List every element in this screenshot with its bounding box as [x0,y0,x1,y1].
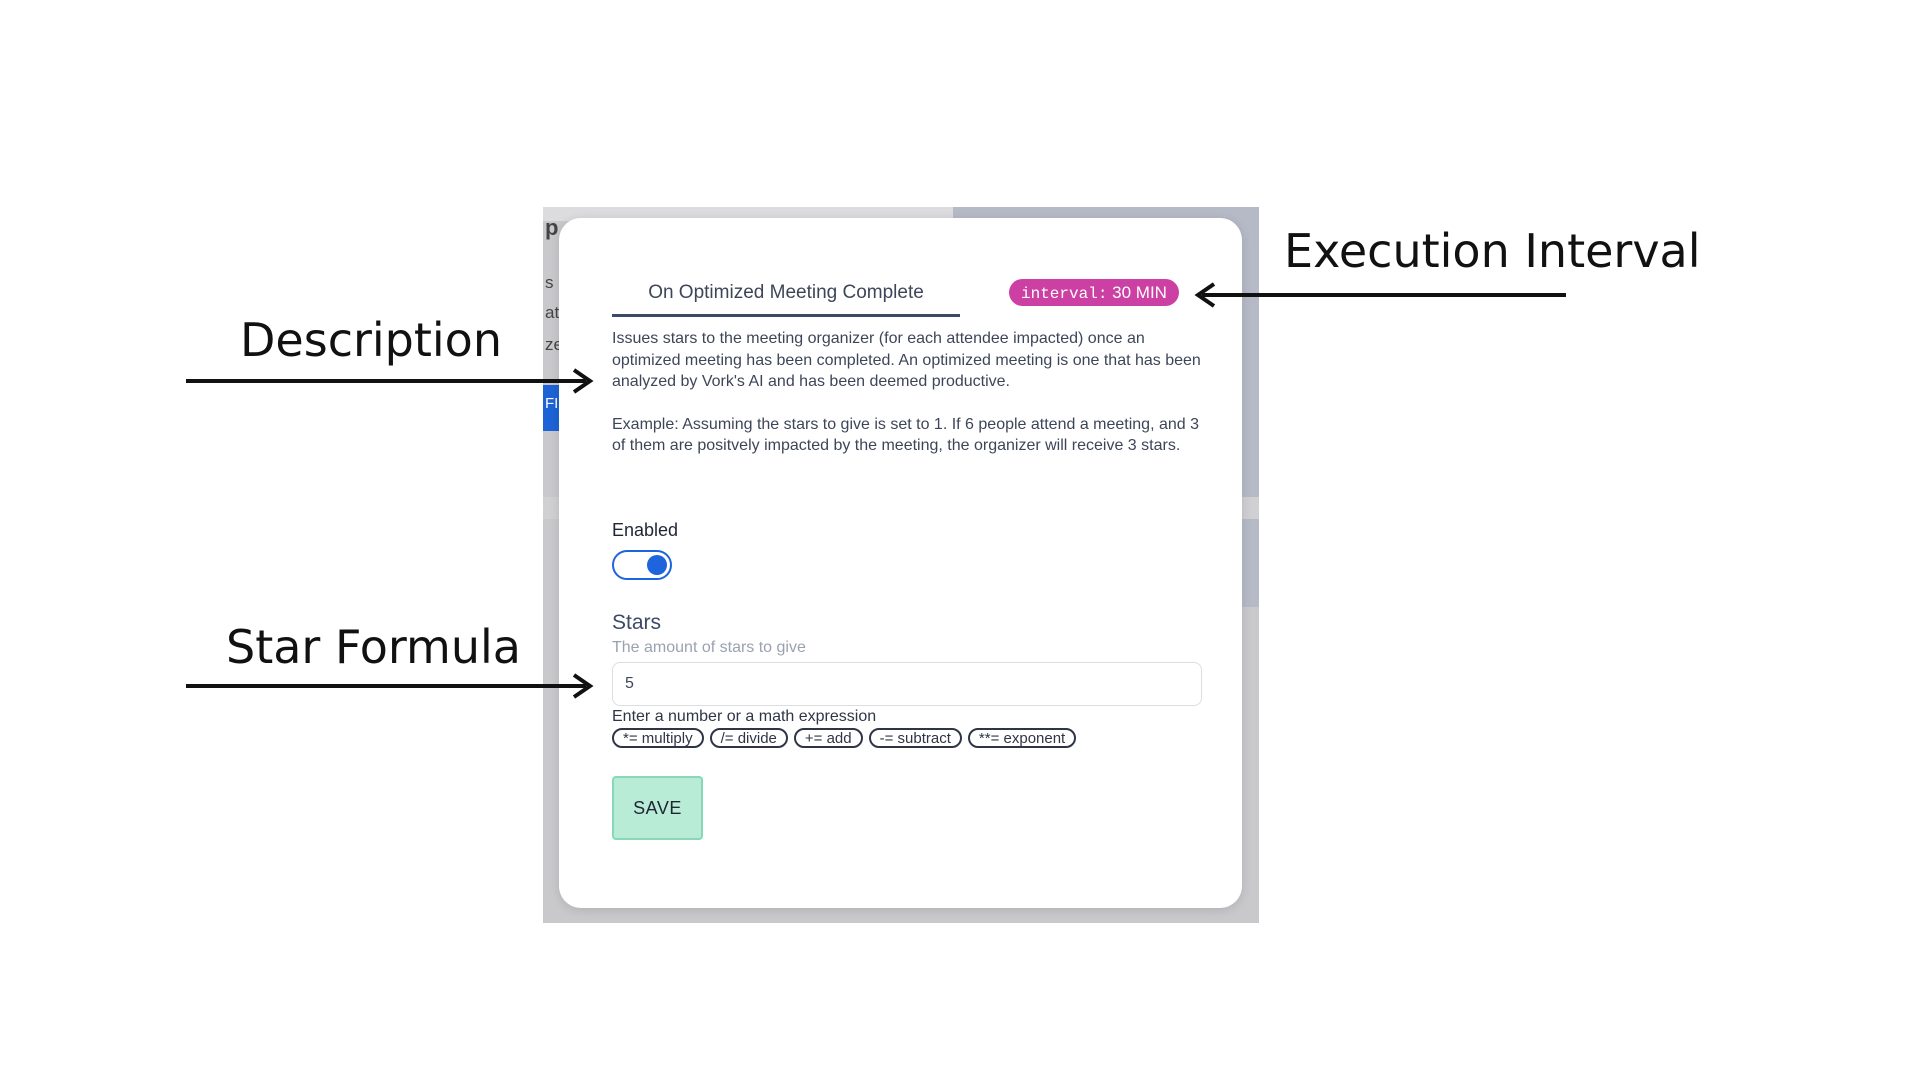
interval-value: 30 MIN [1112,283,1167,302]
background-text-fragment: s [545,273,554,292]
operator-chip-add[interactable]: += add [793,728,863,748]
arrow-star-formula-icon [186,673,594,699]
background-text-fragment: at [545,303,560,322]
operator-chip-exponent[interactable]: **= exponent [967,728,1077,748]
operator-chips: *= multiply /= divide += add -= subtract… [612,728,1077,748]
save-button[interactable]: SAVE [612,776,703,840]
annotation-execution-interval: Execution Interval [1284,224,1701,278]
stars-input[interactable] [612,662,1202,706]
tab-label: On Optimized Meeting Complete [648,282,924,303]
stars-help-text: The amount of stars to give [612,639,806,656]
operator-chip-multiply[interactable]: *= multiply [612,728,704,748]
toggle-knob [647,555,667,575]
enabled-toggle[interactable] [612,550,672,580]
annotation-description: Description [240,313,502,367]
tab-on-optimized-meeting-complete[interactable]: On Optimized Meeting Complete [612,278,960,317]
rule-description: Issues stars to the meeting organizer (f… [612,328,1202,478]
expression-hint: Enter a number or a math expression [612,708,877,725]
interval-badge: interval: 30 MIN [1009,279,1179,306]
enabled-label: Enabled [612,520,679,540]
operator-chip-subtract[interactable]: -= subtract [868,728,962,748]
background-text-fragment: p [545,215,559,240]
stars-label: Stars [612,611,662,634]
operator-chip-divide[interactable]: /= divide [709,728,788,748]
arrow-description-icon [186,368,594,394]
description-example: Example: Assuming the stars to give is s… [612,415,1200,455]
background-text-fragment: FI [545,395,559,412]
interval-key: interval: [1021,285,1108,303]
arrow-execution-interval-icon [1194,282,1566,308]
description-paragraph: Issues stars to the meeting organizer (f… [612,330,1201,390]
rule-settings-modal: On Optimized Meeting Complete interval: … [559,218,1242,908]
annotation-star-formula: Star Formula [226,620,521,674]
